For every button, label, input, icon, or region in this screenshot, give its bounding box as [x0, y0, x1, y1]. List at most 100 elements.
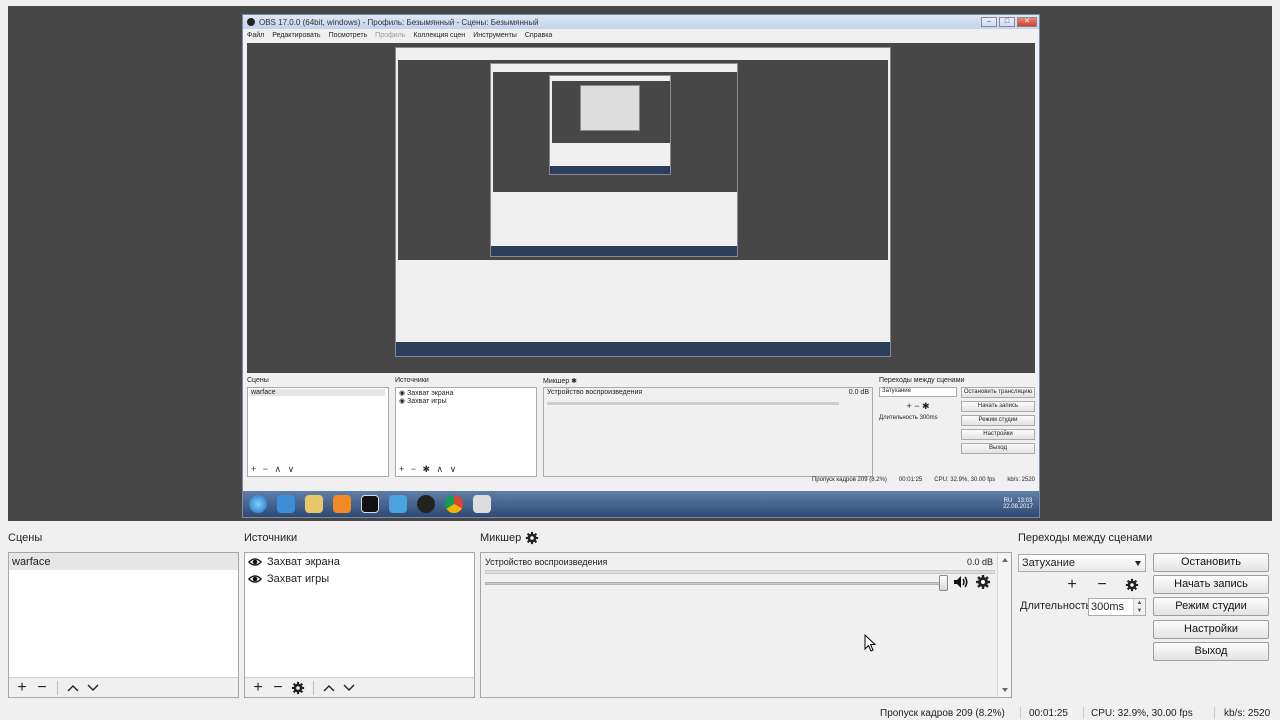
sources-toolbar: + − [245, 677, 474, 697]
start-button-icon [249, 495, 267, 513]
transition-select[interactable]: Затухание [1018, 554, 1146, 572]
stream-time: 00:01:25 [1029, 708, 1068, 719]
scroll-down-icon[interactable] [1002, 688, 1008, 692]
start-recording-button[interactable]: Начать запись [1153, 575, 1269, 594]
move-scene-down-chevron-down-icon[interactable] [84, 679, 102, 697]
scenes-list[interactable]: warface + − [8, 552, 239, 698]
add-scene-plus-icon[interactable]: + [13, 679, 31, 697]
mute-speaker-icon[interactable] [953, 574, 969, 590]
captured-menu-tools: Инструменты [473, 31, 517, 39]
captured-mixer-slider [547, 402, 839, 405]
mixer-settings-gear-icon[interactable] [525, 531, 539, 545]
mixer-dock: Микшер [480, 530, 539, 546]
captured-source-item: ◉ Захват игры [399, 398, 447, 405]
captured-obs-window-level3 [490, 63, 738, 257]
status-separator [1214, 707, 1215, 719]
obs-icon [417, 495, 435, 513]
captured-menu-edit: Редактировать [272, 31, 321, 39]
scene-item[interactable]: warface [9, 553, 238, 570]
visibility-eye-icon[interactable] [248, 555, 262, 569]
visibility-eye-icon[interactable] [248, 572, 262, 586]
captured-menubar: Файл Редактировать Посмотреть Профиль Ко… [243, 29, 1039, 41]
duration-label: Длительность [1020, 600, 1092, 612]
captured-preview [247, 43, 1035, 373]
remove-scene-minus-icon[interactable]: − [33, 679, 51, 697]
remove-transition-minus-icon[interactable]: − [1090, 576, 1114, 594]
volume-slider-handle[interactable] [939, 575, 948, 591]
captured-taskbar-level3 [491, 246, 737, 256]
ie-icon [277, 495, 295, 513]
captured-sources-dock: Источники ◉ Захват экрана ◉ Захват игры … [395, 377, 537, 477]
add-transition-plus-icon[interactable]: + [1060, 576, 1084, 594]
scenes-toolbar: + − [9, 677, 238, 697]
channel-settings-gear-icon[interactable] [975, 574, 991, 590]
status-separator [1020, 707, 1021, 719]
dropped-frames: Пропуск кадров 209 (8.2%) [880, 708, 1005, 719]
duration-spinbox[interactable]: 300ms ▲ ▼ [1088, 598, 1146, 616]
mixer-scrollbar[interactable] [997, 553, 1011, 697]
captured-titlebar: OBS 17.0.0 (64bit, windows) - Профиль: Б… [243, 15, 1039, 29]
captured-transition-select: Затухание [879, 387, 957, 397]
captured-duration: Длительность 300ms [879, 415, 938, 421]
maximize-icon: □ [999, 17, 1015, 27]
source-item[interactable]: Захват игры [245, 570, 474, 587]
spin-arrows-icon[interactable]: ▲ ▼ [1133, 599, 1145, 615]
volume-slider-track[interactable] [485, 582, 947, 585]
captured-menu-profile: Профиль [375, 31, 406, 39]
bitrate: kb/s: 2520 [1224, 708, 1271, 719]
scenes-dock-label: Сцены [8, 532, 43, 544]
captured-start-record-button: Начать запись [961, 401, 1035, 412]
captured-dropped-frames: Пропуск кадров 209 (8.2%) [811, 477, 887, 483]
toolbar-separator [57, 680, 58, 695]
captured-mixer-dock: Микшер ✱ Устройство воспроизведения 0.0 … [543, 377, 873, 477]
toolbar-separator [313, 680, 314, 695]
captured-taskbar-level4 [550, 166, 670, 174]
move-source-up-chevron-up-icon[interactable] [320, 679, 338, 697]
captured-sources-label: Источники [395, 377, 429, 384]
preview-canvas[interactable]: OBS 17.0.0 (64bit, windows) - Профиль: Б… [8, 6, 1272, 521]
scene-item-label: warface [12, 555, 51, 568]
obs-logo-icon [247, 18, 255, 26]
status-separator [1083, 707, 1084, 719]
source-properties-gear-icon[interactable] [289, 679, 307, 697]
captured-scenes-toolbar: + − ∧ ∨ [251, 464, 297, 474]
captured-statusbar: Пропуск кадров 209 (8.2%) 00:01:25 CPU: … [247, 477, 1035, 487]
audio-device-name: Устройство воспроизведения [485, 557, 608, 567]
scenes-dock: Сцены [8, 530, 42, 546]
remove-source-minus-icon[interactable]: − [269, 679, 287, 697]
sources-list[interactable]: Захват экрана Захват игры + − [244, 552, 475, 698]
captured-mixer-device: Устройство воспроизведения [547, 389, 643, 396]
captured-source-item: ◉ Захват экрана [399, 390, 454, 397]
captured-scenes-label: Сцены [247, 377, 269, 384]
tray-date: 22.08.2017 [1002, 504, 1033, 510]
move-scene-up-chevron-up-icon[interactable] [64, 679, 82, 697]
cpu-usage: CPU: 32.9%, 30.00 fps [1091, 708, 1193, 719]
captured-studio-mode-button: Режим студии [961, 415, 1035, 426]
captured-menu-scene-collection: Коллекция сцен [413, 31, 466, 39]
transitions-dock: Переходы между сценами [1018, 530, 1152, 546]
captured-preview-level4 [552, 81, 670, 143]
captured-time: 00:01:25 [898, 477, 923, 483]
captured-obs-window-level2 [395, 47, 891, 357]
exit-button[interactable]: Выход [1153, 642, 1269, 661]
captured-transitions-body: Затухание + − ✱ Длительность 300ms Остан… [879, 387, 1035, 457]
chrome-icon [445, 495, 463, 513]
add-source-plus-icon[interactable]: + [249, 679, 267, 697]
captured-scene-item: warface [251, 389, 385, 396]
studio-mode-button[interactable]: Режим студии [1153, 597, 1269, 616]
duration-value: 300ms [1091, 601, 1125, 613]
move-source-down-chevron-down-icon[interactable] [340, 679, 358, 697]
dropdown-arrow-icon [1135, 561, 1141, 566]
source-item[interactable]: Захват экрана [245, 553, 474, 570]
sources-dock: Источники [244, 530, 297, 546]
captured-windows-taskbar: RU 13:03 22.08.2017 [243, 491, 1039, 517]
settings-button[interactable]: Настройки [1153, 620, 1269, 639]
transition-properties-gear-icon[interactable] [1120, 576, 1144, 594]
steam-icon [473, 495, 491, 513]
close-icon: ✕ [1017, 17, 1037, 27]
captured-menu-help: Справка [524, 31, 553, 39]
scroll-up-icon[interactable] [1002, 558, 1008, 562]
captured-settings-button: Настройки [961, 429, 1035, 440]
stop-stream-button[interactable]: Остановить трансляцию [1153, 553, 1269, 585]
captured-transitions-dock: Переходы между сценами Затухание + − ✱ Д… [879, 377, 1035, 457]
